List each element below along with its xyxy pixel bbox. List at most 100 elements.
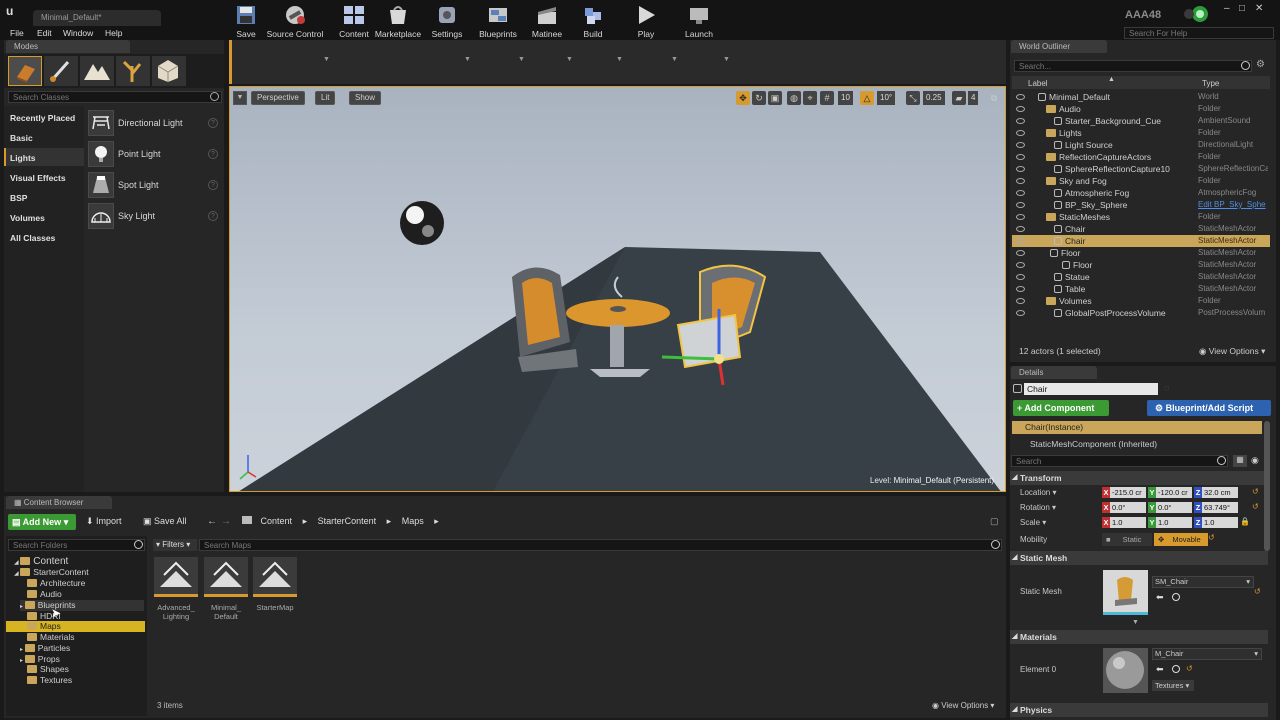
use-selected-arrow-icon[interactable]: ⬅ — [1156, 592, 1164, 603]
item-point-light[interactable]: Point Light ? — [88, 141, 222, 169]
visibility-eye-icon[interactable] — [1016, 130, 1025, 136]
visibility-eye-icon[interactable] — [1016, 166, 1025, 172]
category-visual-effects[interactable]: Visual Effects — [10, 173, 66, 183]
reset-material-icon[interactable]: ↺ — [1186, 664, 1193, 673]
help-icon[interactable]: ? — [208, 149, 218, 159]
breadcrumb-content[interactable]: Content — [261, 516, 293, 526]
help-search-input[interactable]: Search For Help — [1124, 27, 1274, 39]
modes-tab[interactable]: Modes — [6, 40, 130, 53]
rotation-snap-icon[interactable]: △ — [860, 91, 874, 105]
help-icon[interactable]: ? — [208, 118, 218, 128]
outliner-row[interactable]: StaticMeshes Folder — [1012, 211, 1270, 223]
source-control-dropdown-icon[interactable]: ▼ — [323, 56, 330, 63]
category-bsp[interactable]: BSP — [10, 193, 27, 203]
tree-item-shapes[interactable]: Shapes — [27, 664, 69, 675]
visibility-eye-icon[interactable] — [1016, 250, 1025, 256]
browse-search-icon[interactable] — [1172, 665, 1180, 673]
visibility-eye-icon[interactable] — [1016, 202, 1025, 208]
outliner-row[interactable]: Floor StaticMeshActor — [1012, 259, 1270, 271]
matinee-dropdown-icon[interactable]: ▼ — [566, 56, 573, 63]
item-directional-light[interactable]: Directional Light ? — [88, 110, 222, 138]
category-lights[interactable]: Lights — [10, 153, 36, 163]
outliner-search-input[interactable]: Search... — [1014, 60, 1252, 72]
search-folders-input[interactable]: Search Folders — [8, 539, 145, 551]
marketplace-button[interactable]: Marketplace — [374, 0, 422, 44]
outliner-row[interactable]: Volumes Folder — [1012, 295, 1270, 307]
location-x-field[interactable]: -215.0 cr — [1102, 487, 1146, 498]
tree-item-textures[interactable]: Textures — [27, 675, 72, 686]
physics-section[interactable]: ◢ Physics — [1010, 703, 1268, 717]
outliner-row[interactable]: SphereReflectionCapture10 SphereReflectio… — [1012, 163, 1270, 175]
foliage-mode-icon[interactable] — [116, 56, 150, 86]
edit-blueprint-link[interactable]: Edit BP_Sky_Sphe — [1198, 199, 1268, 211]
mobility-movable-option[interactable]: ✥ Movable — [1154, 533, 1208, 546]
back-arrow-icon[interactable]: ← — [207, 516, 217, 527]
save-button[interactable]: Save — [232, 0, 260, 44]
tree-item-particles[interactable]: ▸ Particles — [20, 643, 70, 654]
visibility-eye-icon[interactable] — [1016, 298, 1025, 304]
landscape-mode-icon[interactable] — [80, 56, 114, 86]
scale-snap-icon[interactable]: ⤡ — [906, 91, 920, 105]
settings-button[interactable]: Settings — [428, 0, 466, 44]
material-thumbnail[interactable] — [1103, 648, 1148, 693]
minimize-button[interactable]: – — [1224, 3, 1230, 14]
geometry-mode-icon[interactable] — [152, 56, 186, 86]
location-z-field[interactable]: 32.0 cm — [1194, 487, 1238, 498]
outliner-row[interactable]: Starter_Background_Cue AmbientSound — [1012, 115, 1270, 127]
maximize-viewport-icon[interactable]: ⧉ — [988, 91, 1000, 105]
property-matrix-icon[interactable]: ▦ — [1233, 455, 1247, 467]
scale-x-field[interactable]: 1.0 — [1102, 517, 1146, 528]
outliner-row[interactable]: GlobalPostProcessVolume PostProcessVolum — [1012, 307, 1270, 319]
outliner-settings-icon[interactable]: ⚙ — [1256, 59, 1265, 70]
reset-mesh-icon[interactable]: ↺ — [1254, 587, 1261, 596]
item-sky-light[interactable]: Sky Light ? — [88, 203, 222, 231]
outliner-row[interactable]: ReflectionCaptureActors Folder — [1012, 151, 1270, 163]
lock-browser-icon[interactable]: ▢ — [990, 516, 999, 527]
static-mesh-thumbnail[interactable] — [1103, 570, 1148, 615]
world-local-icon[interactable]: ◍ — [787, 91, 801, 105]
outliner-row-selected[interactable]: Chair StaticMeshActor — [1012, 235, 1270, 247]
menu-window[interactable]: Window — [63, 28, 93, 38]
document-tab[interactable]: Minimal_Default* — [33, 10, 161, 26]
build-dropdown-icon[interactable]: ▼ — [616, 56, 623, 63]
add-component-button[interactable]: + Add Component — [1013, 400, 1109, 416]
col-label-header[interactable]: Label — [1028, 79, 1048, 88]
instance-row[interactable]: Chair(Instance) — [1012, 421, 1262, 434]
outliner-row[interactable]: Sky and Fog Folder — [1012, 175, 1270, 187]
tree-item-startercontent[interactable]: ◢ StarterContent — [14, 567, 89, 578]
viewport-options-dropdown[interactable]: ▼ — [233, 91, 247, 105]
forward-arrow-icon[interactable]: → — [221, 516, 231, 527]
actor-name-input[interactable]: Chair — [1024, 383, 1158, 395]
build-button[interactable]: Build — [576, 0, 610, 44]
location-label[interactable]: Location ▾ — [1020, 488, 1057, 497]
outliner-row[interactable]: Light Source DirectionalLight — [1012, 139, 1270, 151]
play-button[interactable]: Play — [626, 0, 666, 44]
static-mesh-section[interactable]: ◢ Static Mesh — [1010, 551, 1268, 565]
matinee-button[interactable]: Matinee — [528, 0, 566, 44]
search-maps-input[interactable]: Search Maps — [199, 539, 1002, 551]
perspective-button[interactable]: Perspective — [251, 91, 305, 105]
details-view-options-icon[interactable]: ◉ — [1251, 455, 1259, 466]
visibility-eye-icon[interactable] — [1016, 142, 1025, 148]
details-search-input[interactable]: Search — [1011, 455, 1228, 467]
asset-minimal-default[interactable]: Minimal_ Default — [204, 557, 248, 621]
tree-item-audio[interactable]: Audio — [27, 589, 62, 600]
outliner-row[interactable]: Minimal_Default World — [1012, 91, 1270, 103]
close-button[interactable]: ✕ — [1255, 3, 1263, 14]
outliner-view-options[interactable]: ◉ View Options ▾ — [1199, 346, 1265, 357]
rotation-z-field[interactable]: 63.749° — [1194, 502, 1238, 513]
lock-icon[interactable]: ◌ — [1164, 383, 1169, 393]
outliner-row[interactable]: Lights Folder — [1012, 127, 1270, 139]
category-basic[interactable]: Basic — [10, 133, 33, 143]
asset-startermap[interactable]: StarterMap — [253, 557, 297, 612]
visibility-eye-icon[interactable] — [1016, 106, 1025, 112]
place-mode-icon[interactable] — [8, 56, 42, 86]
filters-button[interactable]: ▾ Filters ▾ — [153, 539, 197, 551]
surface-snap-icon[interactable]: ⌖ — [803, 91, 817, 105]
breadcrumb-maps[interactable]: Maps — [402, 516, 424, 526]
content-button[interactable]: Content — [336, 0, 372, 44]
asset-advanced-lighting[interactable]: Advanced_ Lighting — [154, 557, 198, 621]
visibility-eye-icon[interactable] — [1016, 238, 1025, 244]
scale-lock-icon[interactable]: 🔒 — [1240, 517, 1250, 526]
category-all-classes[interactable]: All Classes — [10, 233, 55, 243]
